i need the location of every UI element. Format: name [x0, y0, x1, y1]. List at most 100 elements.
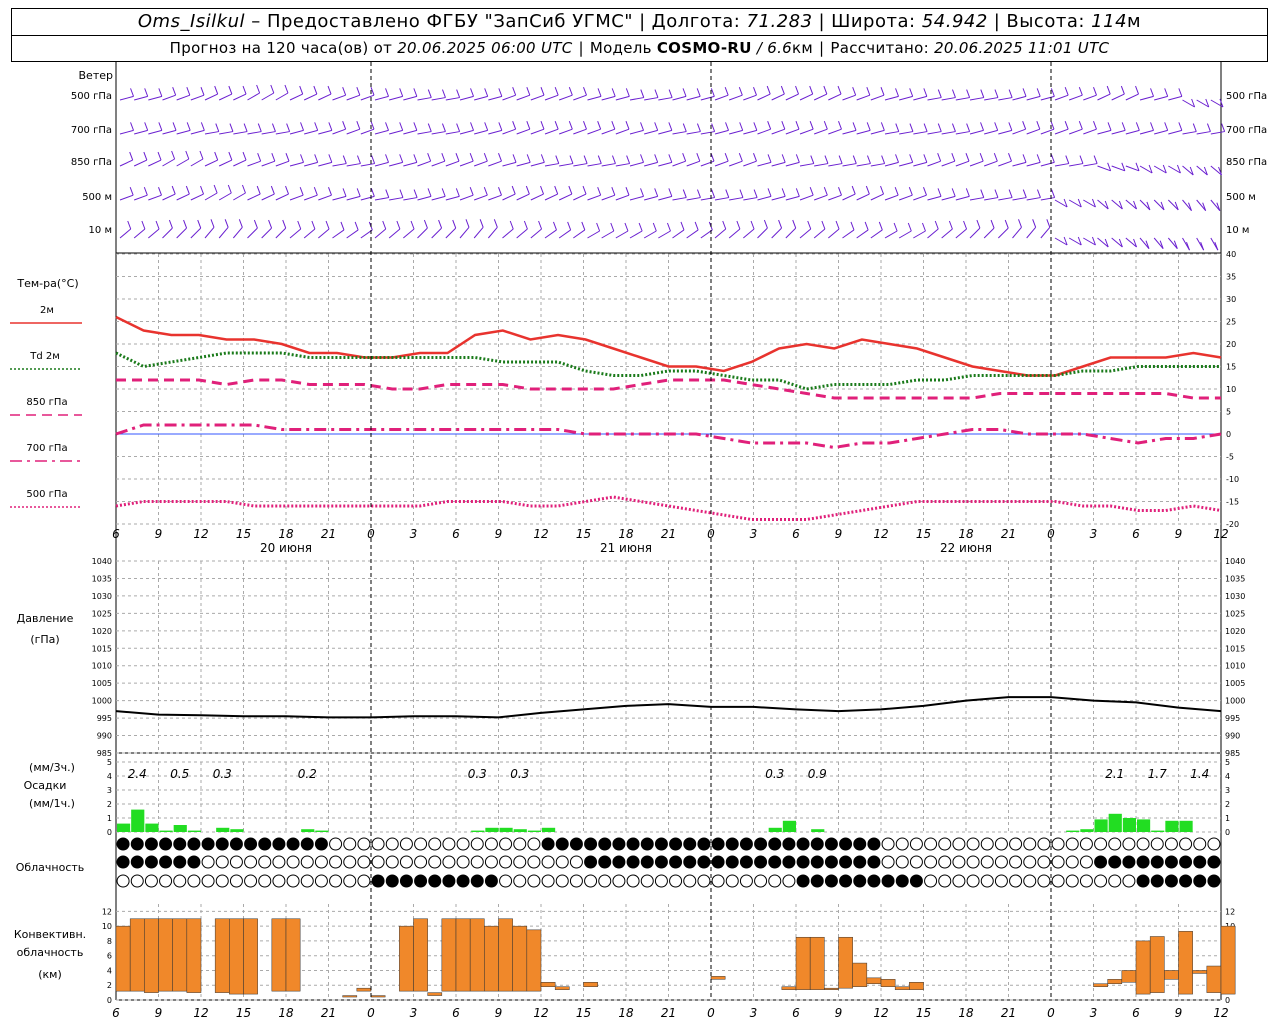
convective-bar — [229, 918, 244, 995]
wind-barb-shaft — [190, 129, 205, 135]
wind-level-label-right: 10 м — [1226, 225, 1249, 236]
hour-label: 21 — [321, 527, 336, 541]
cloud-symbol — [555, 837, 569, 851]
wind-barb-shaft — [842, 193, 856, 201]
wind-barb-feather — [895, 154, 899, 163]
cloud-symbol — [711, 874, 725, 888]
precip-bar — [782, 820, 796, 832]
wind-barb-shaft — [728, 94, 743, 101]
wind-barb-feather — [581, 221, 586, 231]
wind-barb-shaft — [728, 228, 741, 239]
cloud-symbol — [1079, 837, 1093, 851]
precip-grid: 5 5 4 4 3 3 2 2 1 1 0 0 — [107, 758, 1230, 837]
wind-barb-shaft — [431, 195, 446, 201]
cloud-symbol — [867, 855, 881, 869]
wind-barb-shaft — [488, 129, 502, 135]
cloud-symbol — [853, 855, 867, 869]
cloud-symbol — [130, 837, 144, 851]
wind-barb-shaft — [176, 94, 190, 101]
cloud-symbol — [584, 874, 598, 888]
wind-barb-feather — [1078, 87, 1083, 96]
pressure-tick-left: 1025 — [92, 609, 112, 618]
cloud-symbol — [853, 874, 867, 888]
wind-barb-feather — [385, 154, 389, 163]
cloud-symbol — [159, 855, 173, 869]
wind-barb-shaft — [629, 97, 644, 101]
wind-barb-shaft — [374, 95, 389, 101]
hour-label: 3 — [410, 527, 418, 541]
wind-barb-shaft — [941, 160, 955, 167]
meteogram: Ветер 500 гПа 500 гПа 700 гПа 700 гПа 850 гП… — [10, 62, 1267, 1020]
wind-barb-shaft — [913, 131, 928, 135]
wind-barb-feather — [143, 187, 148, 196]
wind-barb-shaft — [119, 159, 133, 167]
wind-barb-feather — [979, 153, 984, 162]
wind-barb-shaft — [1054, 163, 1069, 167]
wind-barb-shaft — [785, 195, 800, 201]
wind-barb-shaft — [289, 161, 304, 167]
precip-bar — [301, 829, 315, 832]
wind-barb-feather — [948, 220, 953, 230]
wind-barb-feather — [1032, 219, 1037, 228]
cloud-symbol — [909, 874, 923, 888]
cloud-symbol — [952, 874, 966, 888]
pressure-tick-left: 1040 — [92, 557, 112, 566]
wind-barb-feather — [724, 153, 729, 162]
wind-barb-feather — [852, 87, 857, 96]
cloud-symbol — [881, 855, 895, 869]
wind-barb-shaft — [785, 161, 800, 167]
wind-barb-shaft — [601, 194, 615, 201]
precip-bar — [499, 827, 513, 832]
cloud-symbol — [357, 855, 371, 869]
wind-barb-feather — [284, 84, 289, 94]
pressure-tick-right: 1015 — [1225, 644, 1245, 653]
cloud-symbol — [1108, 855, 1122, 869]
wind-barb-feather — [923, 88, 928, 97]
wind-barb-shaft — [1040, 226, 1051, 239]
wind-barb-feather — [185, 185, 190, 195]
wind-barb-feather — [1135, 85, 1139, 95]
cloud-symbol — [499, 837, 513, 851]
wind-barb-shaft — [459, 95, 474, 101]
wind-barb-feather — [1120, 85, 1125, 95]
wind-barb-shaft — [813, 93, 828, 101]
wind-barb-feather — [694, 221, 699, 231]
wind-barb-shaft — [332, 163, 347, 167]
wind-barb-shaft — [417, 131, 432, 135]
wind-barb-shaft — [884, 161, 899, 167]
cloud-symbol — [442, 837, 456, 851]
wind-barb-shaft — [969, 97, 984, 101]
wind-barb-shaft — [1182, 131, 1197, 135]
wind-level-label-left: 500 гПа — [71, 91, 112, 102]
cloud-symbol — [768, 837, 782, 851]
cloud-symbol — [640, 855, 654, 869]
wind-barb-feather — [325, 220, 330, 230]
wind-barb-shaft — [714, 160, 729, 167]
wind-barb-feather — [185, 150, 190, 160]
wind-barb-shaft — [828, 194, 842, 201]
wind-barb-feather — [484, 122, 489, 131]
wind-barb-feather — [951, 89, 956, 98]
precip-bar — [485, 827, 499, 832]
wind-barb-shaft — [743, 228, 755, 239]
cloud-symbol — [173, 874, 187, 888]
wind-barb-feather — [413, 189, 418, 198]
wind-barb-feather — [866, 122, 871, 131]
cloud-symbol — [215, 874, 229, 888]
cloud-symbol — [924, 837, 938, 851]
wind-barb-shaft — [729, 129, 743, 135]
cloud-symbol — [555, 874, 569, 888]
wind-barb-shaft — [318, 194, 332, 201]
wind-barb-shaft — [289, 129, 304, 135]
wind-barb-feather — [878, 221, 883, 231]
hour-label: 9 — [495, 1006, 503, 1020]
wind-barb-feather — [640, 89, 645, 98]
wind-barb-shaft — [516, 94, 530, 101]
wind-barb-shaft — [870, 229, 883, 239]
cloud-symbol — [938, 874, 952, 888]
wind-barb-feather — [739, 122, 744, 131]
precip-tick-left: 2 — [107, 800, 112, 809]
convective-tick-left: 8 — [107, 937, 112, 946]
convective-bar — [413, 918, 428, 992]
wind-barb-feather — [994, 122, 999, 131]
